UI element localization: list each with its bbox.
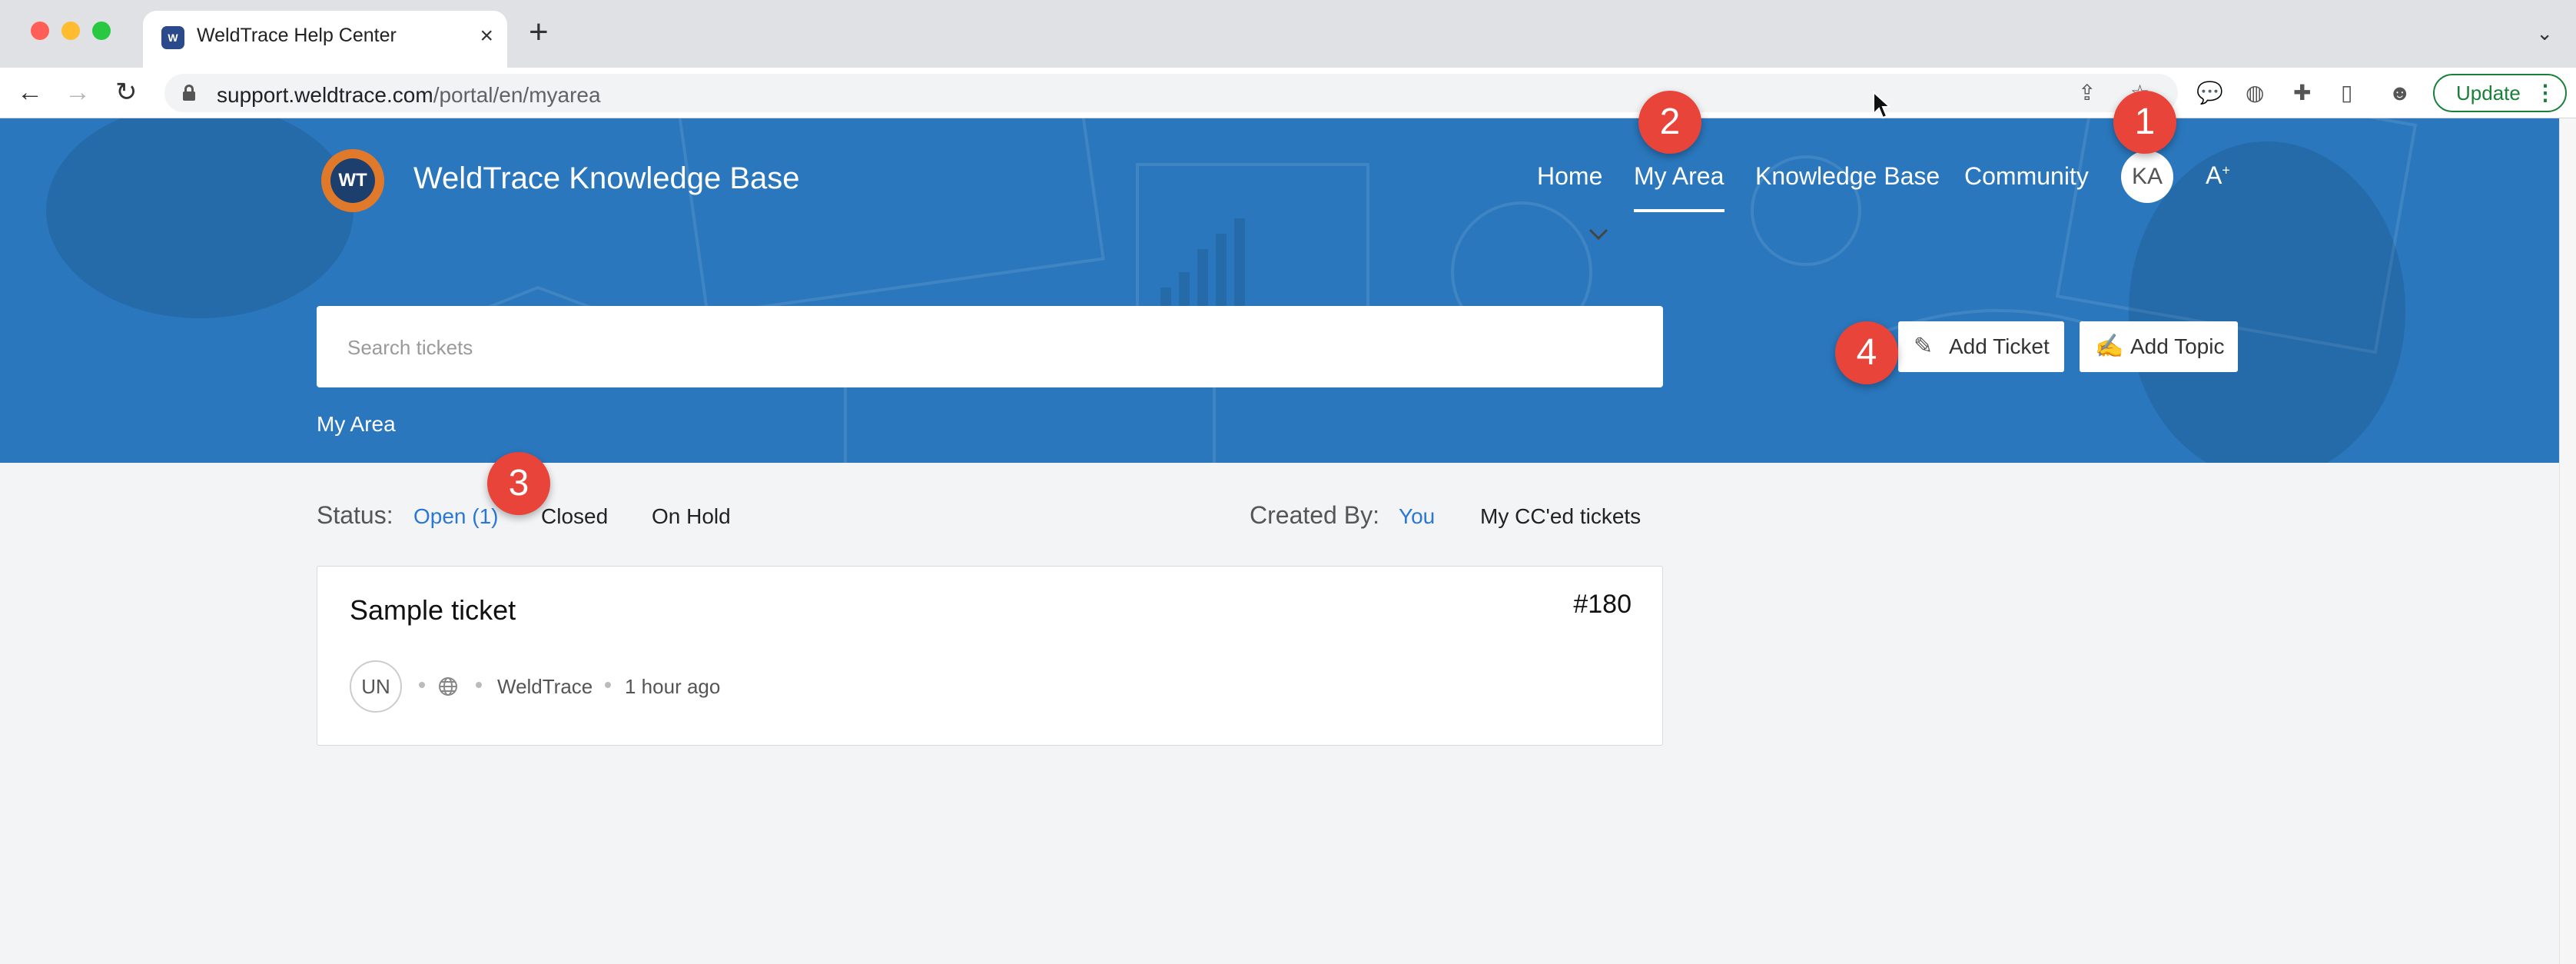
annotation-badge-1: 1 bbox=[2113, 91, 2176, 154]
weldtrace-favicon-icon: W bbox=[161, 26, 184, 49]
ticket-title[interactable]: Sample ticket bbox=[350, 594, 516, 627]
status-label: Status: bbox=[317, 501, 393, 529]
browser-toolbar: ← → ↻ support.weldtrace.com/portal/en/my… bbox=[0, 68, 2576, 118]
nav-home[interactable]: Home bbox=[1537, 162, 1602, 191]
user-avatar[interactable]: KA bbox=[2121, 151, 2173, 203]
url-text[interactable]: support.weldtrace.com/portal/en/myarea bbox=[217, 83, 601, 108]
annotation-badge-2: 2 bbox=[1638, 91, 1701, 154]
filter-created-by-you[interactable]: You bbox=[1399, 504, 1435, 529]
window-maximize-button[interactable] bbox=[92, 22, 111, 40]
reload-icon[interactable]: ↻ bbox=[115, 77, 138, 108]
annotation-badge-4: 4 bbox=[1835, 321, 1898, 384]
ticket-time: 1 hour ago bbox=[625, 675, 721, 698]
ticket-assignee-avatar: UN bbox=[350, 660, 402, 713]
nav-community[interactable]: Community bbox=[1964, 162, 2089, 191]
sidebar-icon[interactable]: ▯ bbox=[2341, 81, 2352, 105]
ticket-icon: ✎ bbox=[1914, 334, 1934, 359]
mouse-cursor-icon bbox=[1873, 91, 1891, 119]
window-close-button[interactable] bbox=[31, 22, 49, 40]
hero-background-illustration bbox=[46, 118, 2418, 463]
more-menu-icon[interactable]: ⋮ bbox=[2535, 75, 2556, 111]
update-button[interactable]: Update ⋮ bbox=[2433, 74, 2567, 112]
close-tab-icon[interactable]: × bbox=[480, 25, 493, 48]
browser-tab-bar: W WeldTrace Help Center × + ⌄ bbox=[0, 0, 2576, 68]
add-topic-button[interactable]: ✍ Add Topic bbox=[2080, 321, 2238, 372]
created-by-label: Created By: bbox=[1250, 501, 1379, 529]
hero-banner: WT WeldTrace Knowledge Base Home My Area… bbox=[0, 118, 2559, 463]
puzzle-icon[interactable]: ✚ bbox=[2293, 81, 2311, 105]
globe-icon bbox=[439, 677, 457, 696]
back-arrow-icon[interactable]: ← bbox=[17, 77, 43, 108]
weldtrace-logo[interactable]: WT bbox=[321, 149, 384, 212]
separator-dot bbox=[476, 682, 482, 688]
nav-knowledge-base[interactable]: Knowledge Base bbox=[1755, 162, 1940, 191]
window-minimize-button[interactable] bbox=[61, 22, 80, 40]
lock-icon[interactable] bbox=[183, 85, 195, 101]
tab-search-chevron-icon[interactable]: ⌄ bbox=[2536, 22, 2553, 45]
ticket-department: WeldTrace bbox=[497, 675, 593, 698]
search-input[interactable] bbox=[347, 335, 1546, 360]
ticket-card[interactable]: Sample ticket #180 UN WeldTrace 1 hour a… bbox=[317, 566, 1663, 746]
tab-title: WeldTrace Help Center bbox=[197, 25, 397, 46]
edit-icon: ✍ bbox=[2095, 334, 2124, 359]
browser-tab[interactable]: W WeldTrace Help Center × bbox=[143, 11, 507, 68]
filter-open[interactable]: Open (1) bbox=[413, 504, 499, 529]
site-title[interactable]: WeldTrace Knowledge Base bbox=[413, 161, 800, 196]
ticket-id: #180 bbox=[1573, 590, 1632, 619]
share-icon[interactable]: ⇪ bbox=[2078, 81, 2096, 105]
chat-icon[interactable]: 💬 bbox=[2196, 81, 2223, 105]
extension-icon[interactable]: ◍ bbox=[2246, 81, 2264, 105]
nav-my-area[interactable]: My Area bbox=[1634, 162, 1724, 191]
annotation-badge-3: 3 bbox=[487, 452, 550, 515]
ticket-search-box[interactable] bbox=[317, 306, 1663, 387]
new-tab-icon[interactable]: + bbox=[529, 15, 549, 49]
breadcrumb[interactable]: My Area bbox=[317, 412, 396, 437]
separator-dot bbox=[419, 682, 425, 688]
separator-dot bbox=[605, 682, 611, 688]
forward-arrow-icon[interactable]: → bbox=[65, 77, 91, 108]
accessibility-icon[interactable]: A+ bbox=[2206, 161, 2230, 190]
add-ticket-button[interactable]: ✎ Add Ticket bbox=[1898, 321, 2064, 372]
filter-closed[interactable]: Closed bbox=[541, 504, 608, 529]
profile-icon[interactable]: ☻ bbox=[2388, 81, 2411, 105]
filter-cced-tickets[interactable]: My CC'ed tickets bbox=[1480, 504, 1641, 529]
scrollbar[interactable] bbox=[2559, 118, 2576, 964]
filter-on-hold[interactable]: On Hold bbox=[652, 504, 731, 529]
chevron-down-icon[interactable] bbox=[1588, 223, 1609, 244]
nav-active-indicator bbox=[1634, 209, 1725, 212]
